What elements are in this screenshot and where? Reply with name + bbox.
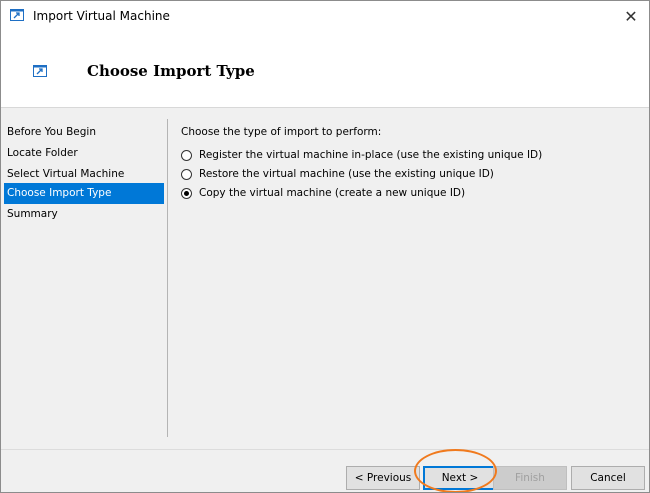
import-vm-icon <box>10 9 24 21</box>
cancel-button[interactable]: Cancel <box>571 466 645 490</box>
title-bar: Import Virtual Machine ✕ <box>1 1 649 31</box>
sidebar-item-summary[interactable]: Summary <box>4 204 164 225</box>
next-button[interactable]: Next > <box>423 466 497 490</box>
page-title: Choose Import Type <box>87 62 255 80</box>
option-restore[interactable]: Restore the virtual machine (use the exi… <box>181 165 494 183</box>
previous-button[interactable]: < Previous <box>346 466 420 490</box>
sidebar-item-choose-import-type[interactable]: Choose Import Type <box>4 183 164 204</box>
radio-register-in-place[interactable] <box>181 149 192 161</box>
radio-copy[interactable] <box>181 187 192 199</box>
import-vm-window: Import Virtual Machine ✕ Choose Import T… <box>0 0 650 493</box>
option-register-in-place[interactable]: Register the virtual machine in-place (u… <box>181 146 542 164</box>
footer-divider <box>1 449 649 450</box>
finish-button[interactable]: Finish <box>493 466 567 490</box>
option-label: Copy the virtual machine (create a new u… <box>199 187 466 199</box>
import-type-panel: Choose the type of import to perform: Re… <box>181 108 641 428</box>
wizard-steps: Before You Begin Locate Folder Select Vi… <box>1 108 167 438</box>
window-title: Import Virtual Machine <box>33 9 170 23</box>
sidebar-item-select-virtual-machine[interactable]: Select Virtual Machine <box>4 164 164 185</box>
wizard-header: Choose Import Type <box>1 31 649 108</box>
option-copy[interactable]: Copy the virtual machine (create a new u… <box>181 184 465 202</box>
sidebar-item-locate-folder[interactable]: Locate Folder <box>4 143 164 164</box>
import-type-prompt: Choose the type of import to perform: <box>181 126 382 138</box>
option-label: Register the virtual machine in-place (u… <box>199 149 543 161</box>
close-icon[interactable]: ✕ <box>613 1 649 31</box>
import-vm-header-icon <box>33 65 47 77</box>
sidebar-divider <box>167 119 168 437</box>
sidebar-item-before-you-begin[interactable]: Before You Begin <box>4 122 164 143</box>
option-label: Restore the virtual machine (use the exi… <box>199 168 494 180</box>
radio-restore[interactable] <box>181 168 192 180</box>
